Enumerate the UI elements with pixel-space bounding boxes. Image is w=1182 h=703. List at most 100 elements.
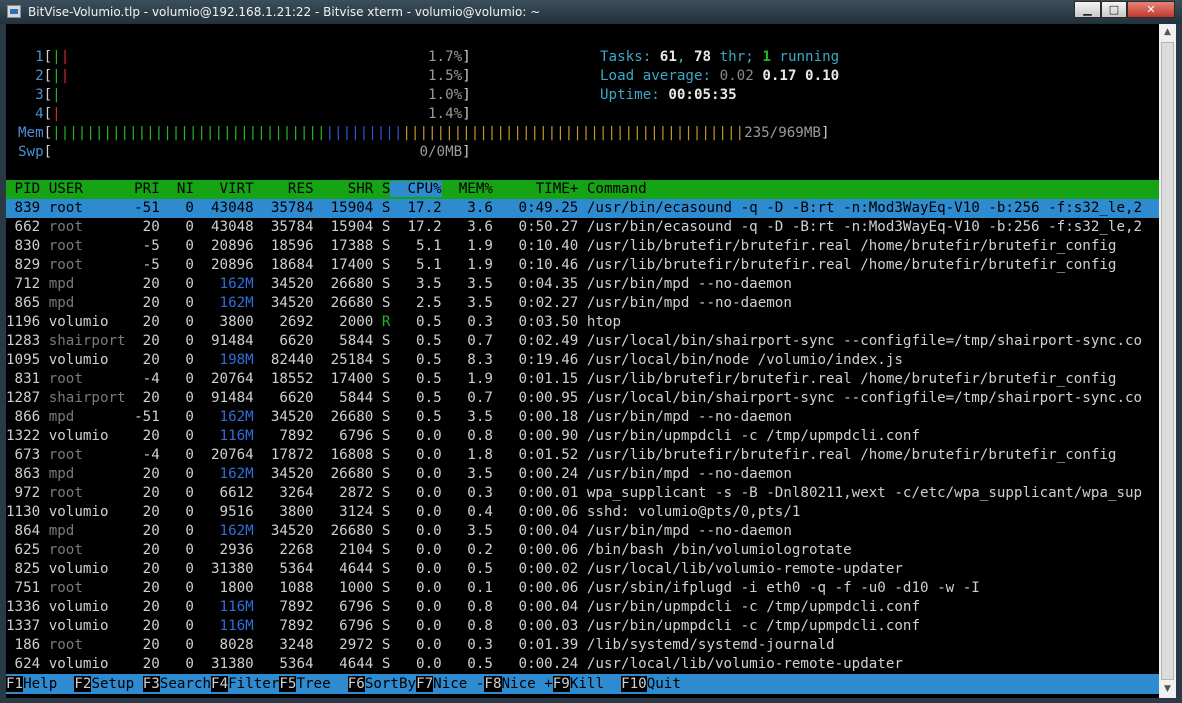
cpu-meter-1-label: 1: [18, 49, 44, 65]
command-cell: /usr/bin/ecasound -q -D -B:rt -n:Mod3Way…: [578, 200, 1143, 216]
user-cell: root: [48, 257, 126, 273]
column-header-command[interactable]: Command: [578, 181, 647, 197]
fkey-f9[interactable]: F9: [552, 676, 570, 692]
time-cell: 0:00.02: [492, 561, 579, 577]
fkey-f7-label[interactable]: Nice -: [433, 676, 484, 692]
terminal-area[interactable]: 1[|| 1.7%] 2[|| 1.5%] 3[| 1.0%] 4[| 1.4%…: [6, 24, 1159, 698]
process-row[interactable]: 1196 volumio 20 0 3800 2692 2000 R 0.5 0…: [6, 313, 1159, 332]
priority-cell: 20: [125, 523, 160, 539]
nice-cell: 0: [159, 219, 194, 235]
scrollbar-thumb[interactable]: [1161, 42, 1174, 680]
close-button[interactable]: ✕: [1127, 1, 1175, 18]
column-header-pri[interactable]: PRI: [126, 181, 160, 197]
scroll-down-icon[interactable]: ▼: [1159, 681, 1176, 698]
fkey-f4[interactable]: F4: [211, 676, 229, 692]
process-row[interactable]: 864 mpd 20 0 162M 34520 26680 S 0.0 3.5 …: [6, 522, 1159, 541]
fkey-f9-label[interactable]: Kill: [570, 676, 621, 692]
process-row[interactable]: 1287 shairport 20 0 91484 6620 5844 S 0.…: [6, 389, 1159, 408]
column-header-cpupct[interactable]: CPU%: [390, 181, 442, 197]
cpu-meter-2-close-bracket: ]: [462, 68, 471, 84]
cpu-cell: 0.5: [390, 371, 442, 387]
process-row[interactable]: 825 volumio 20 0 31380 5364 4644 S 0.0 0…: [6, 560, 1159, 579]
fkey-f3[interactable]: F3: [142, 676, 160, 692]
process-row[interactable]: 1322 volumio 20 0 116M 7892 6796 S 0.0 0…: [6, 427, 1159, 446]
process-row[interactable]: 751 root 20 0 1800 1088 1000 S 0.0 0.1 0…: [6, 579, 1159, 598]
column-header-virt[interactable]: VIRT: [194, 181, 254, 197]
res-cell: 7892: [253, 618, 314, 634]
shr-cell: 4644: [313, 656, 374, 672]
cpu-meter-4-close-bracket: ]: [462, 106, 471, 122]
user-cell: volumio: [48, 656, 126, 672]
mem-cell: 1.9: [441, 257, 493, 273]
column-header-timeplus[interactable]: TIME+: [493, 181, 579, 197]
process-row[interactable]: 829 root -5 0 20896 18684 17400 S 5.1 1.…: [6, 256, 1159, 275]
fkey-f5-label[interactable]: Tree: [296, 676, 347, 692]
fkey-f1[interactable]: F1: [6, 676, 24, 692]
process-row[interactable]: 972 root 20 0 6612 3264 2872 S 0.0 0.3 0…: [6, 484, 1159, 503]
scrollbar[interactable]: ▲ ▼: [1159, 24, 1176, 698]
user-cell: volumio: [48, 599, 126, 615]
process-row[interactable]: 839 root -51 0 43048 35784 15904 S 17.2 …: [6, 199, 1159, 218]
column-header-ni[interactable]: NI: [160, 181, 194, 197]
fkey-f7[interactable]: F7: [416, 676, 434, 692]
process-row[interactable]: 863 mpd 20 0 162M 34520 26680 S 0.0 3.5 …: [6, 465, 1159, 484]
fkey-f10[interactable]: F10: [621, 676, 647, 692]
process-row[interactable]: 186 root 20 0 8028 3248 2972 S 0.0 0.3 0…: [6, 636, 1159, 655]
fkey-f8[interactable]: F8: [484, 676, 502, 692]
shr-cell: 4644: [313, 561, 374, 577]
process-row[interactable]: 1130 volumio 20 0 9516 3800 3124 S 0.0 0…: [6, 503, 1159, 522]
column-header-shr[interactable]: SHR: [314, 181, 374, 197]
state-cell: S: [373, 618, 391, 634]
cpu-cell: 0.0: [390, 561, 442, 577]
minimize-button[interactable]: ▁: [1074, 1, 1101, 18]
process-row[interactable]: 831 root -4 0 20764 18552 17400 S 0.5 1.…: [6, 370, 1159, 389]
process-row[interactable]: 830 root -5 0 20896 18596 17388 S 5.1 1.…: [6, 237, 1159, 256]
fkey-f4-label[interactable]: Filter: [228, 676, 279, 692]
column-header-s[interactable]: S: [373, 181, 391, 197]
fkey-f5[interactable]: F5: [279, 676, 297, 692]
window-titlebar[interactable]: BitVise-Volumio.tlp - volumio@192.168.1.…: [0, 0, 1182, 24]
process-row[interactable]: 1337 volumio 20 0 116M 7892 6796 S 0.0 0…: [6, 617, 1159, 636]
scroll-up-icon[interactable]: ▲: [1159, 24, 1176, 41]
process-row[interactable]: 624 volumio 20 0 31380 5364 4644 S 0.0 0…: [6, 655, 1159, 674]
process-row[interactable]: 1336 volumio 20 0 116M 7892 6796 S 0.0 0…: [6, 598, 1159, 617]
fkey-f8-label[interactable]: Nice +: [502, 676, 553, 692]
process-row[interactable]: 865 mpd 20 0 162M 34520 26680 S 2.5 3.5 …: [6, 294, 1159, 313]
mem-cell: 0.1: [441, 580, 493, 596]
process-row[interactable]: 662 root 20 0 43048 35784 15904 S 17.2 3…: [6, 218, 1159, 237]
process-row[interactable]: 673 root -4 0 20764 17872 16808 S 0.0 1.…: [6, 446, 1159, 465]
column-header-user[interactable]: USER: [49, 181, 126, 197]
tasks-sep: ,: [676, 49, 694, 65]
priority-cell: 20: [125, 485, 160, 501]
maximize-button[interactable]: □: [1101, 1, 1127, 18]
cpu-meter-4-value: 1.4%: [60, 106, 463, 122]
command-cell: /usr/bin/upmpdcli -c /tmp/upmpdcli.conf: [578, 428, 921, 444]
nice-cell: 0: [159, 447, 194, 463]
process-row[interactable]: 712 mpd 20 0 162M 34520 26680 S 3.5 3.5 …: [6, 275, 1159, 294]
function-key-bar[interactable]: F1Help F2Setup F3SearchF4FilterF5Tree F6…: [6, 674, 1159, 694]
process-row[interactable]: 866 mpd -51 0 162M 34520 26680 S 0.5 3.5…: [6, 408, 1159, 427]
tasks-count: 61: [659, 49, 677, 65]
virt-cell: 116M: [193, 428, 254, 444]
process-table-header[interactable]: PID USER PRI NI VIRT RES SHR S CPU% MEM%…: [6, 180, 1159, 199]
state-cell: S: [373, 447, 391, 463]
priority-cell: 20: [125, 561, 160, 577]
fkey-f6-label[interactable]: SortBy: [365, 676, 416, 692]
fkey-f1-label[interactable]: Help: [23, 676, 74, 692]
uptime-line: Uptime: 00:05:35: [600, 86, 737, 105]
fkey-f3-label[interactable]: Search: [160, 676, 211, 692]
process-row[interactable]: 625 root 20 0 2936 2268 2104 S 0.0 0.2 0…: [6, 541, 1159, 560]
process-row[interactable]: 1283 shairport 20 0 91484 6620 5844 S 0.…: [6, 332, 1159, 351]
cpu-meter-1-open-bracket: [: [43, 49, 53, 65]
fkey-f2[interactable]: F2: [74, 676, 92, 692]
nice-cell: 0: [159, 618, 194, 634]
fkey-f2-label[interactable]: Setup: [91, 676, 142, 692]
fkey-f6[interactable]: F6: [347, 676, 365, 692]
fkey-f10-label[interactable]: Quit: [647, 676, 681, 692]
command-cell: /usr/bin/upmpdcli -c /tmp/upmpdcli.conf: [578, 618, 921, 634]
user-cell: volumio: [48, 561, 126, 577]
column-header-pid[interactable]: PID: [6, 181, 49, 197]
column-header-res[interactable]: RES: [254, 181, 314, 197]
column-header-mempct[interactable]: MEM%: [442, 181, 493, 197]
process-row[interactable]: 1095 volumio 20 0 198M 82440 25184 S 0.5…: [6, 351, 1159, 370]
